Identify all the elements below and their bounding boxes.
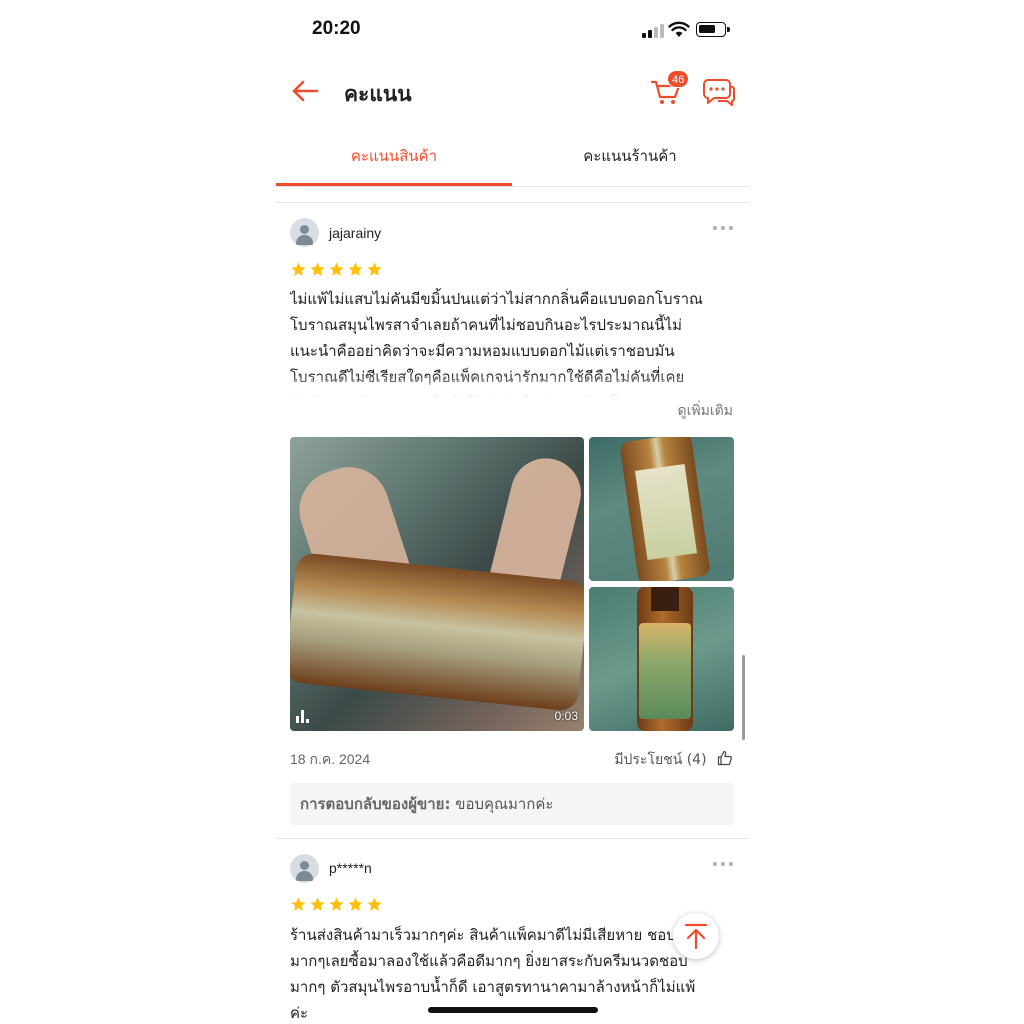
back-arrow-icon[interactable]: [290, 76, 320, 106]
star-icon: [310, 897, 325, 911]
avatar[interactable]: [290, 218, 319, 247]
review-text: ไม่แพ้ไม่แสบไม่คันมีขมิ้นปนแต่ว่าไม่สากก…: [290, 286, 738, 398]
status-time: 20:20: [312, 18, 361, 39]
review-video[interactable]: 0:03: [290, 437, 584, 731]
video-bars-icon: [296, 709, 312, 723]
reviewer-name[interactable]: jajarainy: [329, 225, 381, 241]
battery-icon: [696, 22, 730, 37]
top-bar: คะแนน 46: [276, 62, 749, 122]
review-text-line: ไม่แพ้ไม่แสบไม่คันมีขมิ้นปนแต่ว่าไม่สากก…: [290, 290, 703, 308]
rating-tabs: คะแนนสินค้า คะแนนร้านค้า: [276, 128, 749, 186]
scrollbar[interactable]: [742, 655, 745, 740]
star-rating: [290, 261, 385, 279]
avatar[interactable]: [290, 854, 319, 883]
review-text-line: มากๆ ตัวสมุนไพรอาบน้ำก็ดี เอาสูตรทานาคาม…: [290, 978, 696, 996]
home-indicator[interactable]: [428, 1007, 598, 1013]
star-icon: [310, 262, 325, 276]
seller-reply-text: ขอบคุณมากค่ะ: [450, 795, 554, 813]
divider: [276, 186, 749, 187]
chat-icon[interactable]: [702, 76, 736, 108]
star-icon: [348, 262, 363, 276]
divider: [276, 202, 749, 203]
review-date: 18 ก.ค. 2024: [290, 751, 371, 767]
reviewer-name[interactable]: p*****n: [329, 860, 372, 876]
more-icon[interactable]: [713, 224, 735, 232]
star-rating: [290, 896, 385, 914]
review-text-line: มากๆเลยซื้อมาลองใช้แล้วคือดีมากๆ ยิ่งยาส…: [290, 952, 688, 970]
star-icon: [291, 897, 306, 911]
video-duration: 0:03: [554, 709, 578, 723]
tab-product-rating[interactable]: คะแนนสินค้า: [276, 128, 512, 186]
more-icon[interactable]: [713, 860, 735, 868]
star-icon: [329, 262, 344, 276]
wifi-icon: [668, 21, 690, 37]
scroll-to-top-button[interactable]: [673, 913, 719, 959]
star-icon: [367, 262, 382, 276]
see-more-link[interactable]: ดูเพิ่มเติม: [678, 400, 733, 422]
review-text-line: คันก้นครรภ์ตอนกลางคืนคือไม่คันสิวไม่อักเ…: [290, 390, 738, 398]
thumb-up-icon: [717, 750, 732, 766]
review-photo[interactable]: [589, 587, 734, 731]
star-icon: [291, 262, 306, 276]
arrow-up-icon: [684, 923, 708, 950]
review-text-line: ร้านส่งสินค้ามาเร็วมากๆค่ะ สินค้าแพ็คมาด…: [290, 926, 676, 944]
helpful-label: มีประโยชน์ (4): [614, 752, 707, 768]
signal-icon: [642, 24, 664, 38]
review-text-line: โบราณดีไม่ซีเรียสใดๆคือแพ็คเกจน่ารักมากใ…: [290, 368, 685, 386]
page-title: คะแนน: [344, 82, 412, 106]
helpful-button[interactable]: มีประโยชน์ (4): [614, 749, 733, 771]
star-icon: [348, 897, 363, 911]
status-bar: 20:20: [276, 0, 749, 60]
review-text-line: โบราณสมุนไพรสาจำเลยถ้าคนที่ไม่ชอบกินอะไร…: [290, 316, 683, 334]
cart-count-badge: 46: [667, 70, 690, 88]
tab-shop-rating[interactable]: คะแนนร้านค้า: [512, 128, 748, 186]
app-screen: 20:20 คะแนน 46 คะแนนสินค้า คะแนนร้านค้า …: [276, 0, 749, 1024]
star-icon: [367, 897, 382, 911]
review-text-line: แนะนำคืออย่าคิดว่าจะมีความหอมแบบดอกไม้แต…: [290, 342, 675, 360]
seller-reply-label: การตอบกลับของผู้ขาย:: [300, 795, 451, 813]
star-icon: [329, 897, 344, 911]
review-photo[interactable]: [589, 437, 734, 581]
seller-reply: การตอบกลับของผู้ขาย: ขอบคุณมากค่ะ: [290, 783, 734, 825]
divider: [276, 838, 749, 839]
